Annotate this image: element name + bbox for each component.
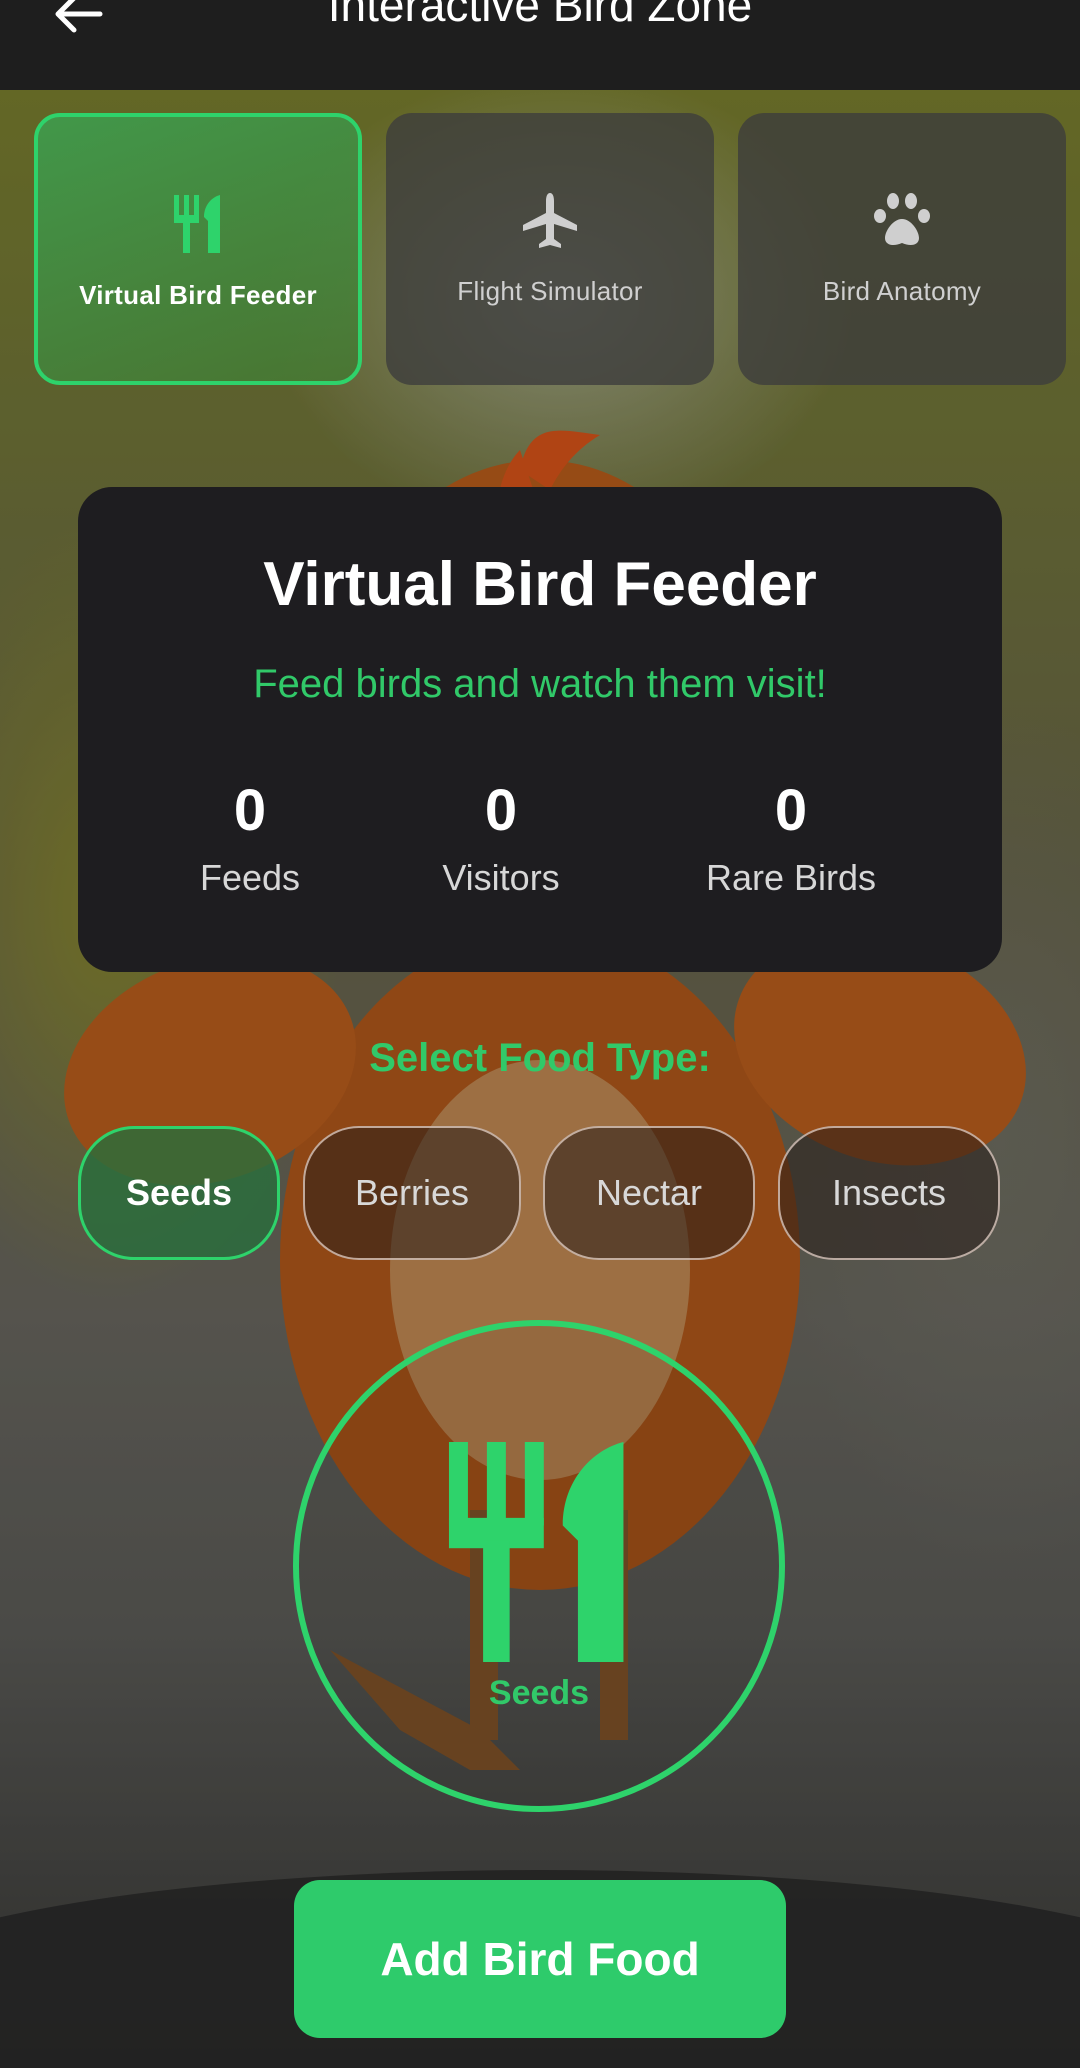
- mode-label: Virtual Bird Feeder: [79, 280, 317, 310]
- food-chip-nectar[interactable]: Nectar: [543, 1126, 755, 1260]
- selected-food-label: Seeds: [488, 1674, 590, 1712]
- feeder-stats-card: Virtual Bird Feeder Feed birds and watch…: [78, 487, 1002, 972]
- feeder-subtitle: Feed birds and watch them visit!: [253, 662, 827, 706]
- fork-knife-icon: [38, 195, 358, 253]
- stat-value: 0: [233, 778, 267, 843]
- feeder-title: Virtual Bird Feeder: [263, 550, 817, 619]
- mode-selector: Virtual Bird Feeder Flight Simulator Bir…: [0, 113, 1080, 388]
- add-bird-food-button[interactable]: Add Bird Food: [294, 1880, 786, 2038]
- stat-rare-birds: 0 Rare Birds: [651, 777, 931, 899]
- page-title: Interactive Bird Zone: [327, 0, 753, 31]
- food-chip-insects[interactable]: Insects: [778, 1126, 1000, 1260]
- stat-label: Feeds: [199, 857, 301, 898]
- app-bar: Interactive Bird Zone: [0, 0, 1080, 90]
- airplane-icon: [386, 191, 714, 249]
- stat-label: Visitors: [442, 857, 560, 898]
- stat-feeds: 0 Feeds: [110, 777, 390, 899]
- mode-label: Bird Anatomy: [822, 276, 982, 306]
- mode-label: Flight Simulator: [457, 276, 643, 306]
- mode-card-bird-anatomy[interactable]: Bird Anatomy: [738, 113, 1066, 385]
- stat-visitors: 0 Visitors: [361, 777, 641, 899]
- fork-knife-icon: [448, 1442, 624, 1662]
- food-type-heading: Select Food Type:: [369, 1036, 711, 1080]
- stat-label: Rare Birds: [705, 857, 877, 898]
- mode-card-flight-simulator[interactable]: Flight Simulator: [386, 113, 714, 385]
- food-chip-seeds[interactable]: Seeds: [78, 1126, 280, 1260]
- food-chip-berries[interactable]: Berries: [303, 1126, 521, 1260]
- selected-food-display: Seeds: [293, 1320, 785, 1812]
- mode-card-virtual-bird-feeder[interactable]: Virtual Bird Feeder: [34, 113, 362, 385]
- stat-value: 0: [484, 778, 518, 843]
- paw-icon: [738, 191, 1066, 249]
- stat-value: 0: [774, 778, 808, 843]
